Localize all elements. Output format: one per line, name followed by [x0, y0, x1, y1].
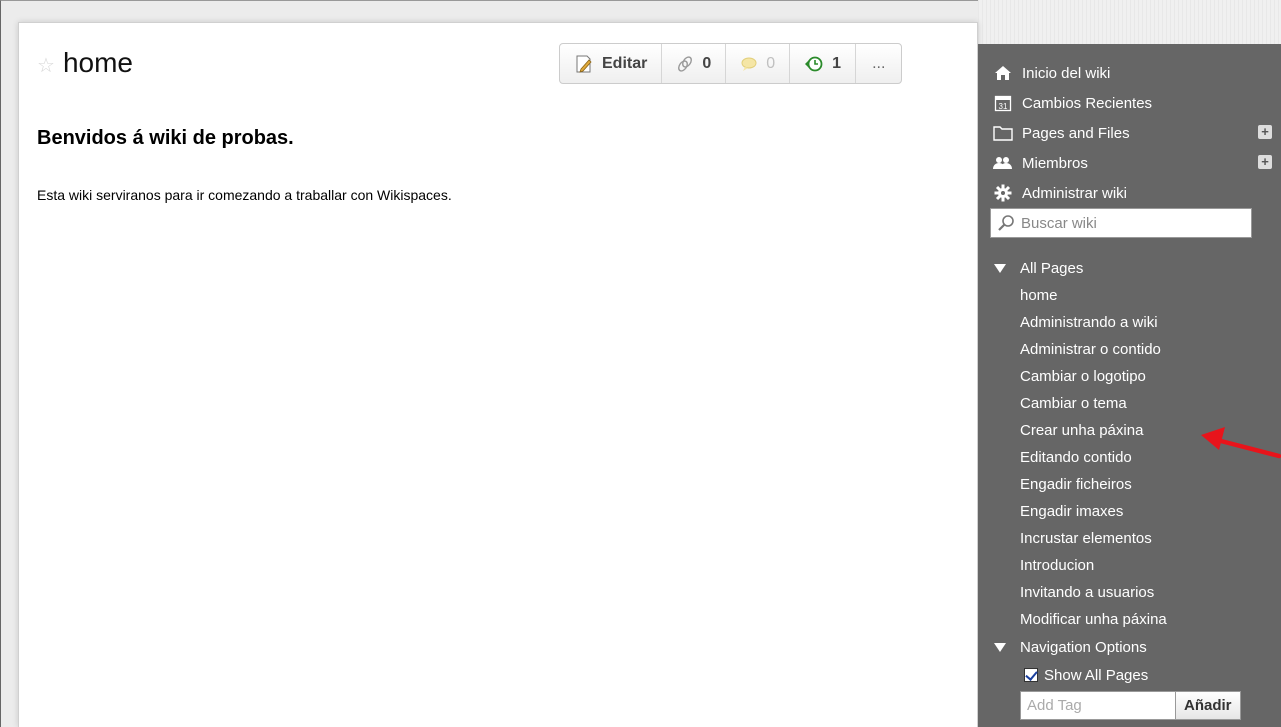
page-link[interactable]: Introducion	[1020, 552, 1274, 579]
navigation-options-label: Navigation Options	[1020, 638, 1147, 656]
edit-label: Editar	[602, 54, 648, 72]
page-link[interactable]: Invitando a usuarios	[1020, 579, 1274, 606]
page-link[interactable]: Administrando a wiki	[1020, 309, 1274, 336]
add-page-button[interactable]: +	[1258, 125, 1272, 139]
header-pattern	[978, 0, 1281, 44]
sidebar-item-recent-changes[interactable]: 31 Cambios Recientes	[992, 88, 1272, 118]
triangle-down-icon	[994, 263, 1006, 273]
folder-icon	[992, 123, 1014, 143]
comment-icon	[741, 57, 757, 71]
page-link[interactable]: home	[1020, 282, 1274, 309]
add-member-button[interactable]: +	[1258, 155, 1272, 169]
all-pages-toggle[interactable]: All Pages	[994, 254, 1274, 282]
edit-button[interactable]: Editar	[560, 44, 663, 83]
svg-text:31: 31	[999, 102, 1008, 111]
history-count: 1	[832, 54, 842, 72]
members-icon	[992, 153, 1014, 173]
add-tag-button[interactable]: Añadir	[1176, 691, 1241, 720]
page-title: home	[62, 47, 133, 78]
sidebar-item-label: Cambios Recientes	[1022, 94, 1153, 112]
show-all-checkbox[interactable]	[1024, 668, 1038, 682]
more-button[interactable]: ...	[856, 44, 901, 83]
search-input[interactable]	[1021, 214, 1241, 232]
history-icon	[805, 56, 823, 71]
page-link[interactable]: Cambiar o tema	[1020, 390, 1274, 417]
page-header: ☆ home	[37, 47, 133, 79]
comments-count: 0	[766, 54, 776, 72]
sidebar-item-pages-files[interactable]: Pages and Files +	[992, 118, 1272, 148]
links-button[interactable]: 0	[662, 44, 727, 83]
page-link[interactable]: Engadir ficheiros	[1020, 471, 1274, 498]
page-link[interactable]: Modificar unha páxina	[1020, 606, 1274, 633]
sidebar-item-admin[interactable]: Administrar wiki	[992, 178, 1272, 208]
calendar-icon: 31	[992, 93, 1014, 113]
content-paragraph: Esta wiki serviranos para ir comezando a…	[37, 187, 452, 203]
sidebar: Inicio del wiki 31 Cambios Recientes Pag…	[978, 44, 1281, 727]
star-icon[interactable]: ☆	[37, 53, 55, 78]
triangle-down-icon	[994, 642, 1006, 652]
tag-input[interactable]	[1020, 691, 1176, 720]
navigation-options-toggle[interactable]: Navigation Options	[994, 633, 1274, 661]
sidebar-item-label: Miembros	[1022, 154, 1088, 172]
history-button[interactable]: 1	[790, 44, 857, 83]
pages-section: All Pages home Administrando a wiki Admi…	[994, 254, 1274, 720]
all-pages-label: All Pages	[1020, 259, 1084, 277]
sidebar-item-members[interactable]: Miembros +	[992, 148, 1272, 178]
edit-icon	[576, 55, 592, 73]
sidebar-item-wiki-home[interactable]: Inicio del wiki	[992, 58, 1272, 88]
search-box[interactable]	[990, 208, 1252, 238]
home-icon	[992, 63, 1014, 83]
content-heading: Benvidos á wiki de probas.	[37, 127, 294, 149]
main-content-panel: ☆ home Editar 0 0 1 ... Benvidos á wiki …	[18, 22, 978, 727]
link-icon	[678, 55, 693, 72]
search-icon	[998, 215, 1014, 231]
show-all-pages-option[interactable]: Show All Pages	[994, 661, 1274, 689]
gear-icon	[992, 183, 1014, 203]
sidebar-item-label: Pages and Files	[1022, 124, 1130, 142]
links-count: 0	[702, 54, 712, 72]
page-link[interactable]: Administrar o contido	[1020, 336, 1274, 363]
red-arrow-annotation	[1201, 427, 1281, 459]
sidebar-nav: Inicio del wiki 31 Cambios Recientes Pag…	[992, 58, 1272, 208]
comments-button[interactable]: 0	[726, 44, 791, 83]
page-link[interactable]: Cambiar o logotipo	[1020, 363, 1274, 390]
sidebar-item-label: Inicio del wiki	[1022, 64, 1111, 82]
tag-row: Añadir	[1020, 691, 1274, 720]
page-link[interactable]: Engadir imaxes	[1020, 498, 1274, 525]
show-all-label: Show All Pages	[1044, 666, 1149, 684]
page-toolbar: Editar 0 0 1 ...	[559, 43, 903, 84]
sidebar-item-label: Administrar wiki	[1022, 184, 1128, 202]
page-link[interactable]: Incrustar elementos	[1020, 525, 1274, 552]
